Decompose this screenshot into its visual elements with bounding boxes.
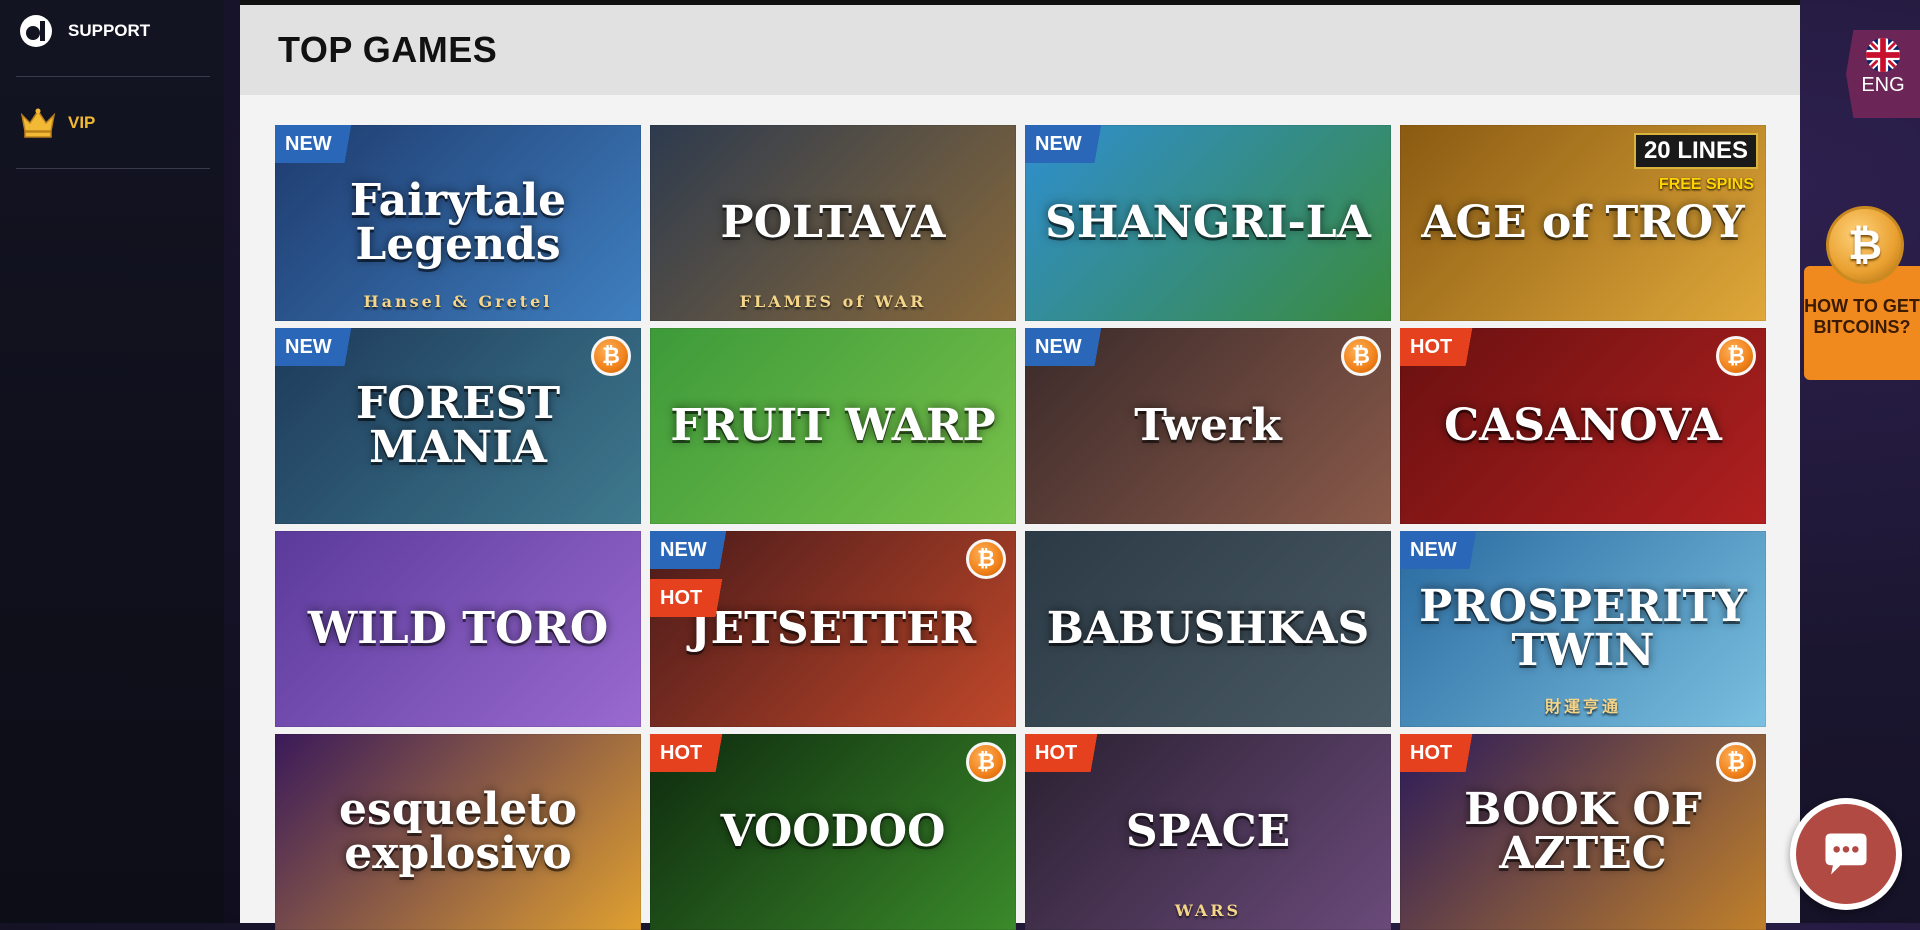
game-tile[interactable]: CASANOVA HOT ₿ [1400,328,1766,524]
game-title: POLTAVA [720,197,946,248]
sidebar-item-support[interactable]: SUPPORT [0,8,224,54]
uk-flag-icon [1866,38,1900,72]
game-title: PROSPERITY TWIN [1419,581,1747,676]
new-badge: NEW [275,125,366,163]
lines-badge: 20 LINES [1633,133,1758,169]
game-title: VOODOO [720,806,946,857]
new-badge: NEW [1025,328,1116,366]
game-tile[interactable]: Fairytale Legends Hansel & Gretel NEW [275,125,641,321]
game-tile[interactable]: JETSETTER NEW HOT ₿ [650,531,1016,727]
game-tile[interactable]: SHANGRI-LA NEW [1025,125,1391,321]
language-selector[interactable]: ENG [1846,30,1920,118]
hot-badge: HOT [1025,734,1112,772]
game-title: SPACE [1125,806,1291,857]
game-tile[interactable]: WILD TORO [275,531,641,727]
sidebar-item-label: VIP [68,113,96,132]
game-tile[interactable]: PROSPERITY TWIN 財運亨通 NEW [1400,531,1766,727]
game-title: BOOK OF AZTEC [1464,784,1702,879]
chat-button[interactable] [1790,798,1902,910]
game-tile[interactable]: Twerk NEW ₿ [1025,328,1391,524]
new-badge: NEW [275,328,366,366]
divider [16,168,210,169]
game-title: CASANOVA [1444,400,1722,451]
game-tile[interactable]: SPACE WARS HOT [1025,734,1391,930]
bitcoin-icon: ₿ [1716,742,1756,782]
game-subtitle: FLAMES of WAR [739,292,927,311]
game-title: Fairytale Legends [349,175,567,270]
game-tile[interactable]: FOREST MANIA NEW ₿ [275,328,641,524]
games-grid: Fairytale Legends Hansel & Gretel NEW POLTA… [275,125,1766,930]
hot-badge: HOT [650,579,737,617]
game-title: BABUSHKAS [1046,603,1370,654]
new-badge: NEW [650,531,741,569]
game-tile[interactable]: FRUIT WARP [650,328,1016,524]
game-title: esqueleto explosivo [339,784,577,879]
chat-bubble-icon [1796,804,1896,904]
game-tile[interactable]: VOODOO HOT ₿ [650,734,1016,930]
sidebar-item-vip[interactable]: VIP [0,98,224,148]
game-tile[interactable]: esqueleto explosivo [275,734,641,930]
game-title: AGE of TROY [1421,197,1745,248]
game-title: WILD TORO [307,603,609,654]
hot-badge: HOT [1400,734,1487,772]
bitcoin-icon: ₿ [1341,336,1381,376]
hot-badge: HOT [650,734,737,772]
game-title: FOREST MANIA [355,378,561,473]
main-panel: TOP GAMES Fairytale Legends Hansel & Gret… [240,0,1800,930]
game-title: Twerk [1134,400,1282,451]
bitcoin-icon: ₿ [1716,336,1756,376]
game-subtitle: Hansel & Gretel [363,292,553,311]
section-header: TOP GAMES [240,5,1800,95]
game-subtitle: WARS [1174,901,1242,920]
game-subtitle: 財運亨通 [1544,697,1621,716]
language-label: ENG [1861,74,1905,96]
bitcoin-icon: ₿ [966,742,1006,782]
game-tile[interactable]: BABUSHKAS [1025,531,1391,727]
bitcoin-icon: ₿ [966,539,1006,579]
page-title: TOP GAMES [278,29,498,70]
new-badge: NEW [1025,125,1116,163]
game-tile[interactable]: BOOK OF AZTEC HOT ₿ [1400,734,1766,930]
bitcoin-icon: ₿ [1826,206,1904,284]
bitcoin-icon: ₿ [591,336,631,376]
game-title: FRUIT WARP [670,400,996,451]
how-to-get-bitcoins-button[interactable]: HOW TO GET BITCOINS? ₿ [1804,200,1920,380]
game-tile[interactable]: POLTAVA FLAMES of WAR [650,125,1016,321]
divider [16,76,210,77]
free-spins-badge: FREE SPINS [1658,176,1754,193]
hot-badge: HOT [1400,328,1487,366]
game-title: SHANGRI-LA [1045,197,1371,248]
crown-icon [20,108,56,138]
game-tile[interactable]: AGE of TROY 20 LINES FREE SPINS [1400,125,1766,321]
sidebar-item-label: SUPPORT [68,21,151,40]
support-logo-icon [20,15,52,47]
new-badge: NEW [1400,531,1491,569]
sidebar: SUPPORT VIP [0,0,224,923]
